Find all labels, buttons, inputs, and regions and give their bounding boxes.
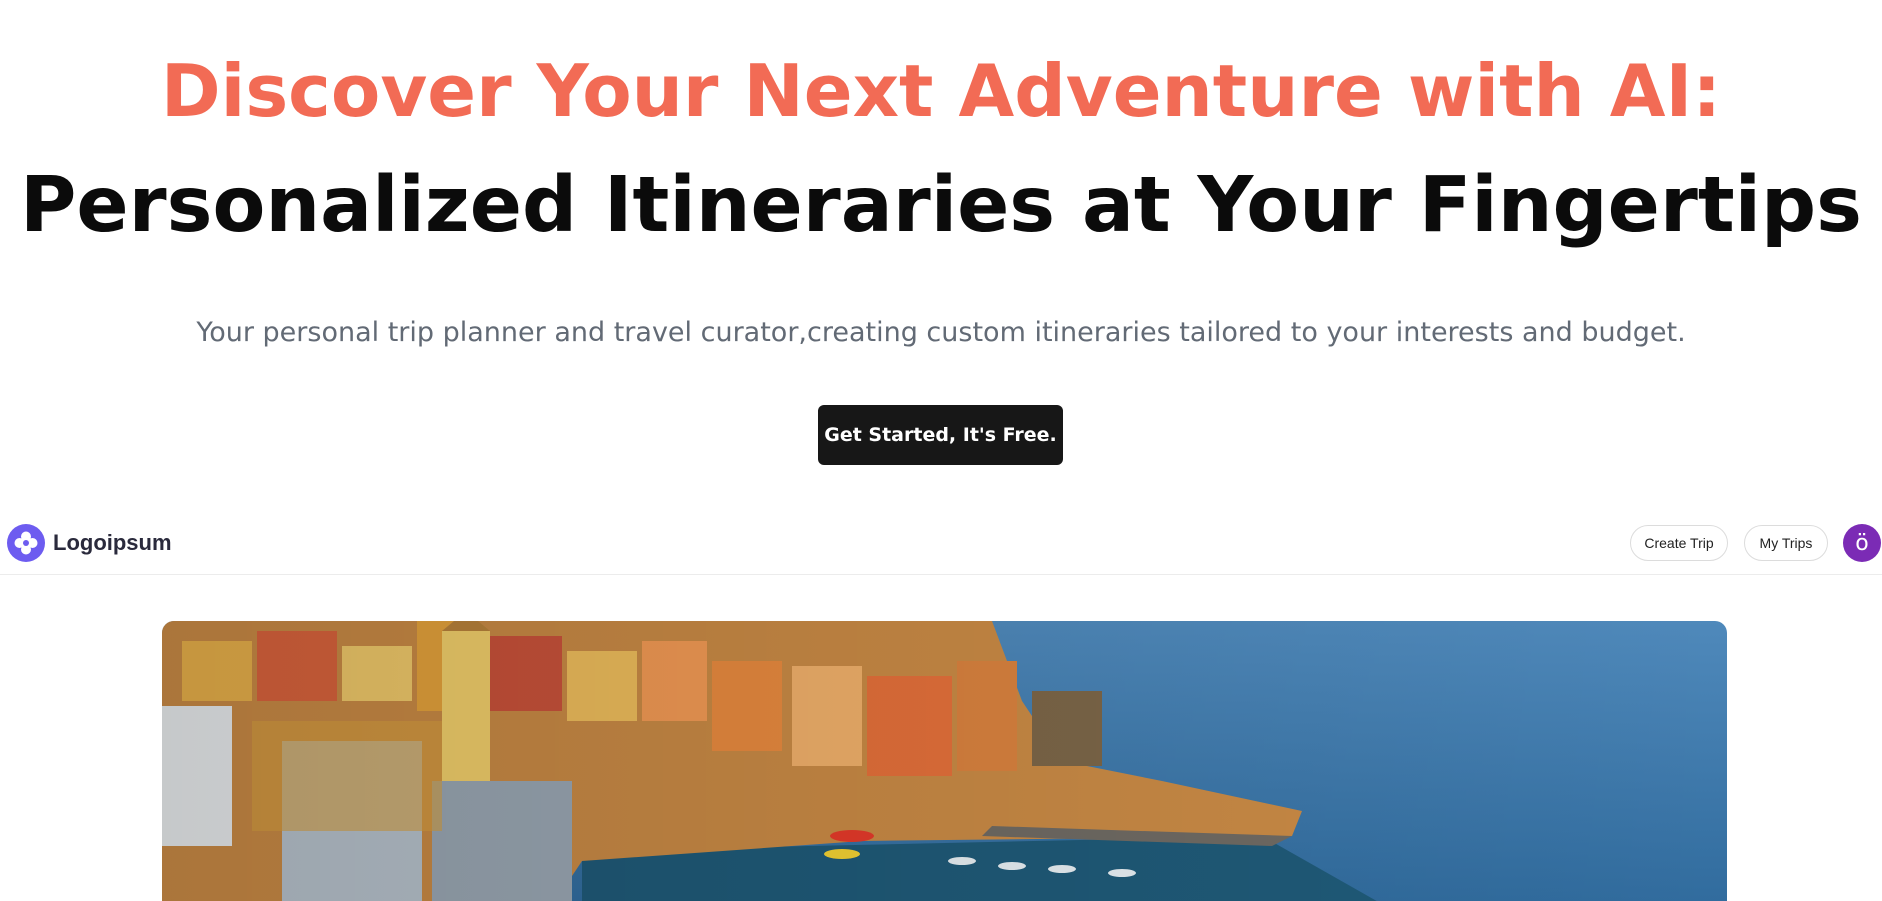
my-trips-button[interactable]: My Trips xyxy=(1744,525,1828,561)
hero-headline-main: Personalized Itineraries at Your Fingert… xyxy=(20,161,1862,250)
logo[interactable]: Logoipsum xyxy=(7,523,172,563)
landing-page: Discover Your Next Adventure with AI: Pe… xyxy=(0,0,1882,901)
get-started-button[interactable]: Get Started, It's Free. xyxy=(818,405,1063,465)
user-avatar[interactable]: ö xyxy=(1843,524,1881,562)
create-trip-button[interactable]: Create Trip xyxy=(1630,525,1728,561)
logoipsum-flower-icon xyxy=(7,524,45,562)
preview-navbar: Logoipsum Create Trip My Trips ö xyxy=(0,518,1882,575)
hero-subtitle: Your personal trip planner and travel cu… xyxy=(196,317,1686,348)
destination-hero-image xyxy=(162,621,1727,901)
hero-headline-accent: Discover Your Next Adventure with AI: xyxy=(160,49,1722,133)
logo-text: Logoipsum xyxy=(53,530,172,555)
